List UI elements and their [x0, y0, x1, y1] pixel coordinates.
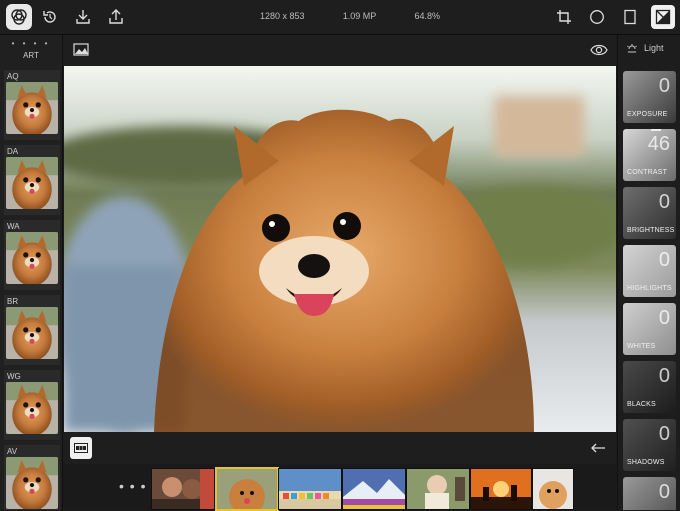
preset-thumbnail — [6, 457, 58, 509]
filmstrip-toolbar — [63, 432, 616, 464]
adjust-value: 0 — [658, 75, 670, 97]
adjust-shadows[interactable]: 0 SHADOWS — [623, 419, 676, 471]
app-logo-icon[interactable] — [6, 4, 32, 30]
histogram-icon[interactable] — [73, 43, 89, 62]
vignette-icon[interactable] — [585, 5, 609, 29]
adjust-icon[interactable] — [651, 5, 675, 29]
preset-label: AV — [7, 447, 18, 456]
adjust-name: BLACKS — [627, 401, 656, 408]
adjust-highlights[interactable]: 0 HIGHLIGHTS — [623, 245, 676, 297]
film-thumb[interactable] — [342, 468, 406, 510]
image-resolution: 1280 x 853 — [260, 11, 305, 21]
adjust-name: BRIGHTNESS — [627, 227, 675, 234]
adjust-name: EXPOSURE — [627, 111, 668, 118]
film-thumb-selected[interactable] — [215, 467, 279, 511]
adjustments-panel: Light 0 EXPOSURE 46 CONTRAST 0 BRIGHTNES… — [617, 35, 680, 510]
adjust-brightness[interactable]: 0 BRIGHTNESS — [623, 187, 676, 239]
adjust-value: 0 — [658, 423, 670, 445]
film-thumb[interactable] — [151, 468, 215, 510]
preview-eye-icon[interactable] — [590, 43, 608, 62]
film-thumb[interactable] — [278, 468, 342, 510]
adjust-name: WHITES — [627, 343, 656, 350]
preset-thumbnail — [6, 382, 58, 434]
preset-aq[interactable]: AQ — [4, 70, 60, 140]
category-dots-icon: • • • • — [11, 39, 51, 48]
adjust-exposure[interactable]: 0 EXPOSURE — [623, 71, 676, 123]
film-thumb[interactable] — [406, 468, 470, 510]
preset-av[interactable]: AV — [4, 445, 60, 510]
import-icon[interactable] — [71, 5, 95, 29]
adjust-name: SHADOWS — [627, 459, 665, 466]
film-thumb[interactable] — [532, 468, 574, 510]
adjust-value: 0 — [658, 365, 670, 387]
crop-icon[interactable] — [552, 5, 576, 29]
preset-panel: • • • • ART AQ DA WA BR WG AV — [0, 35, 63, 510]
preset-wg[interactable]: WG — [4, 370, 60, 440]
adjust-value: 0 — [658, 249, 670, 271]
frame-icon[interactable] — [618, 5, 642, 29]
adjust-value: 0 — [658, 481, 670, 503]
preset-thumbnail — [6, 82, 58, 134]
adjust-whites[interactable]: 0 WHITES — [623, 303, 676, 355]
preset-category[interactable]: ART — [0, 51, 62, 60]
adjust-value: 0 — [658, 191, 670, 213]
adjust-value: 0 — [658, 307, 670, 329]
back-arrow-icon[interactable] — [590, 441, 606, 459]
preset-br[interactable]: BR — [4, 295, 60, 365]
light-section-header[interactable]: Light — [626, 43, 664, 53]
filmstrip-toggle-icon[interactable] — [70, 437, 92, 459]
adjust-contrast[interactable]: 46 CONTRAST — [623, 129, 676, 181]
adjust-name: HIGHLIGHTS — [627, 285, 672, 292]
image-megapixels: 1.09 MP — [342, 11, 377, 21]
adjust-next[interactable]: 0 — [623, 477, 676, 510]
preset-label: WA — [7, 222, 20, 231]
adjust-value: 46 — [647, 133, 670, 155]
preset-da[interactable]: DA — [4, 145, 60, 215]
preset-label: WG — [7, 372, 21, 381]
preset-label: AQ — [7, 72, 19, 81]
preset-thumbnail — [6, 232, 58, 284]
share-icon[interactable] — [104, 5, 128, 29]
top-toolbar: 1280 x 853 1.09 MP 64.8% — [0, 0, 680, 35]
preset-thumbnail — [6, 307, 58, 359]
filmstrip: • • • — [63, 464, 616, 511]
light-icon — [627, 43, 637, 52]
preset-wa[interactable]: WA — [4, 220, 60, 290]
photo-toolbar — [63, 35, 616, 66]
preset-label: BR — [7, 297, 19, 306]
more-photos-button[interactable]: • • • — [119, 478, 146, 494]
adjust-name: CONTRAST — [627, 169, 668, 176]
adjust-blacks[interactable]: 0 BLACKS — [623, 361, 676, 413]
section-title: Light — [644, 43, 664, 53]
film-thumb[interactable] — [470, 468, 532, 510]
history-icon[interactable] — [38, 5, 62, 29]
preset-thumbnail — [6, 157, 58, 209]
image-info: 1280 x 853 1.09 MP 64.8% — [260, 11, 440, 21]
preset-label: DA — [7, 147, 19, 156]
adjust-marker — [651, 129, 661, 131]
main-photo[interactable] — [64, 66, 616, 432]
zoom-level: 64.8% — [414, 11, 440, 21]
